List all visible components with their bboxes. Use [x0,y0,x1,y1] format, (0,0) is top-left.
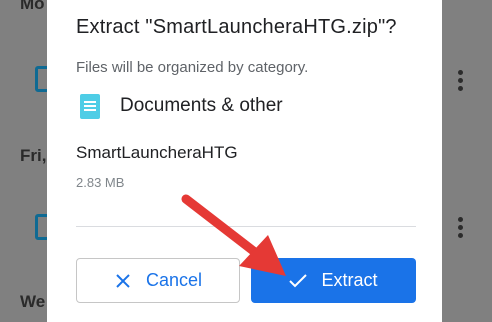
cancel-button[interactable]: Cancel [76,258,240,303]
divider [76,226,416,227]
file-size: 2.83 MB [76,175,125,190]
dialog-title: Extract "SmartLauncheraHTG.zip"? [76,16,397,38]
dialog-subtitle: Files will be organized by category. [76,59,309,76]
document-icon [80,93,100,119]
check-icon [289,272,308,290]
background-label: Fri, [20,146,47,165]
close-icon [114,272,132,290]
category-label: Documents & other [120,95,283,116]
extract-label: Extract [321,270,378,290]
file-name: SmartLauncheraHTG [76,143,238,162]
extract-dialog: Extract "SmartLauncheraHTG.zip"? Files w… [47,0,442,322]
more-vert-icon [458,217,464,241]
cancel-label: Cancel [145,270,203,290]
background-label: Mo [20,0,45,13]
extract-button[interactable]: Extract [251,258,416,303]
category-row: Documents & other [80,93,283,119]
background-label: We [20,292,46,311]
more-vert-icon [458,70,464,94]
